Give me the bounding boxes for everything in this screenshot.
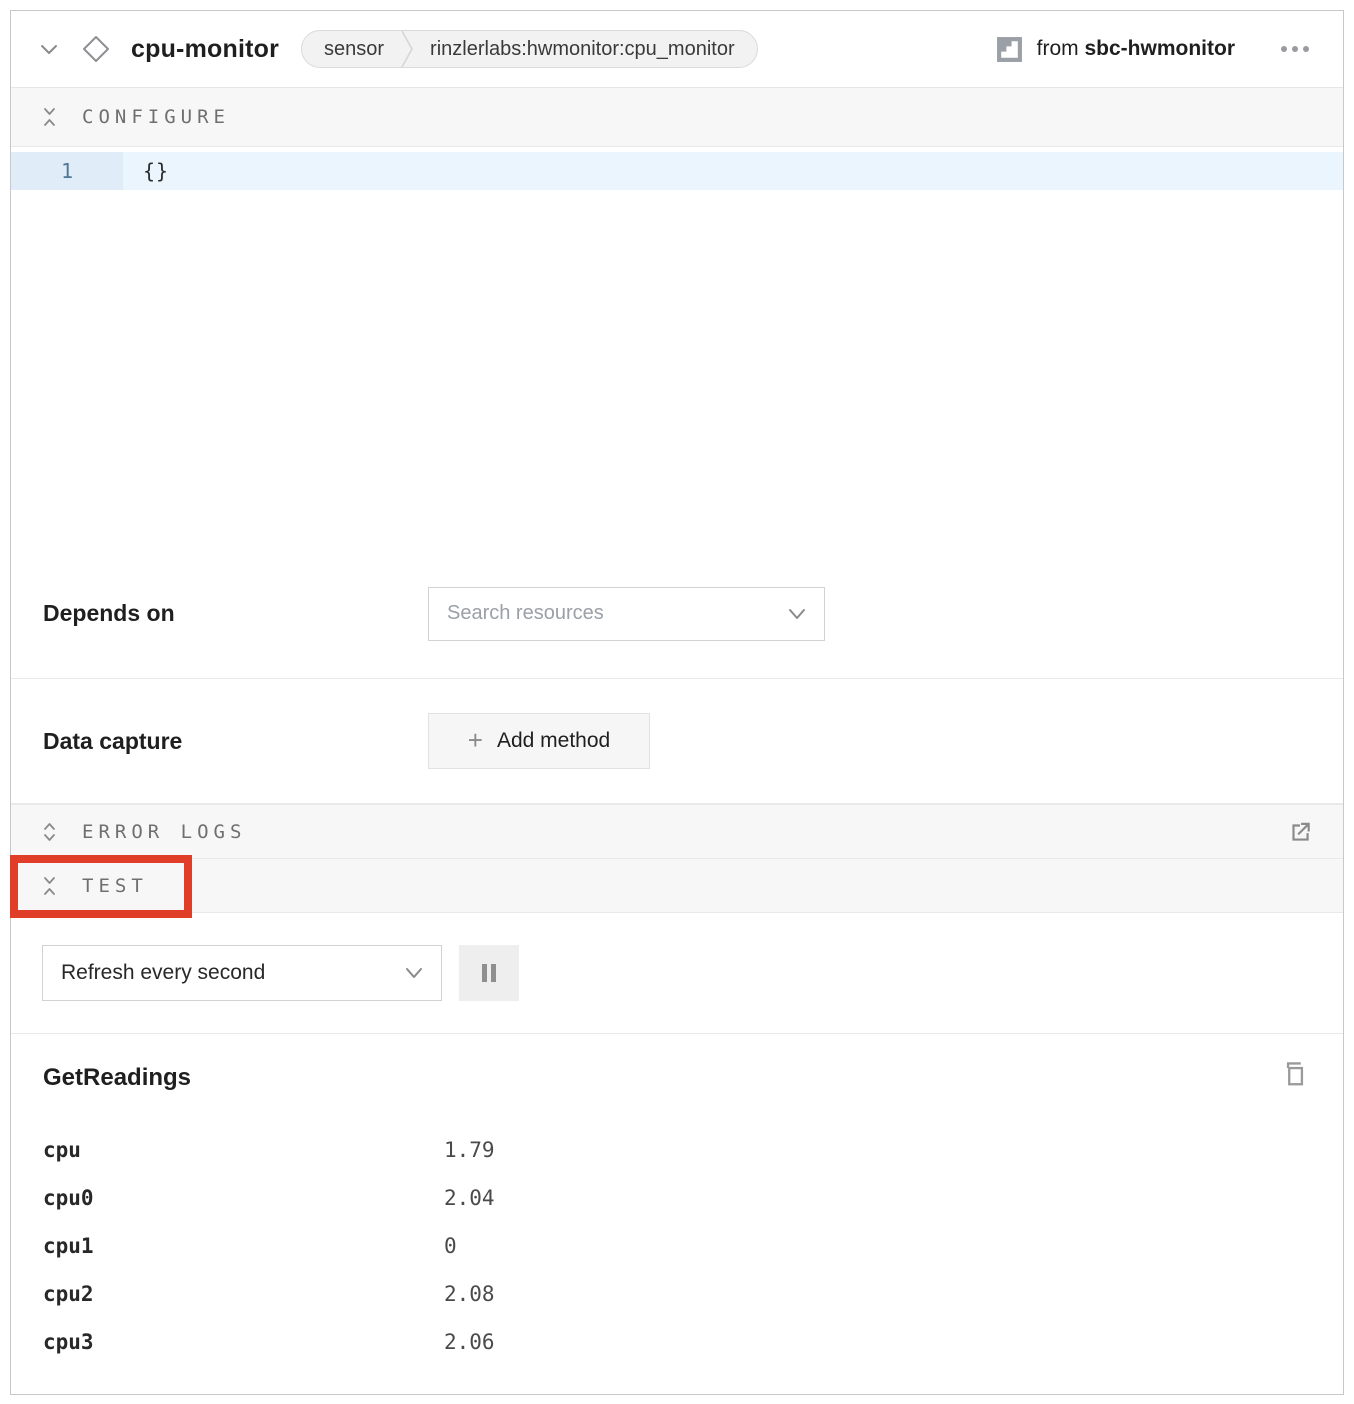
from-part-label: from sbc-hwmonitor [1037, 37, 1235, 61]
error-logs-section-bar[interactable]: ERROR LOGS [11, 804, 1343, 859]
reading-key: cpu2 [43, 1282, 444, 1306]
depends-on-section: Depends on Search resources [11, 549, 1343, 679]
open-logs-external-icon[interactable] [1287, 819, 1313, 845]
machine-part-icon [996, 36, 1023, 63]
test-section-bar[interactable]: TEST [11, 859, 1343, 913]
readings-table: cpu 1.79 cpu0 2.04 cpu1 0 cpu2 2.08 cpu3… [43, 1126, 1313, 1366]
breadcrumb-chevron-icon [400, 30, 414, 68]
collapse-chevron-icon[interactable] [39, 42, 59, 56]
reading-key: cpu0 [43, 1186, 444, 1210]
configure-section-label: CONFIGURE [82, 106, 230, 128]
reading-value: 1.79 [444, 1138, 495, 1162]
add-method-label: Add method [497, 729, 610, 753]
part-name: sbc-hwmonitor [1085, 37, 1236, 60]
add-method-button[interactable]: + Add method [428, 713, 650, 769]
table-row: cpu1 0 [43, 1222, 1313, 1270]
resource-type-label: sensor [302, 38, 400, 61]
collapse-section-icon[interactable] [41, 875, 58, 897]
table-row: cpu3 2.06 [43, 1318, 1313, 1366]
editor-active-line[interactable]: 1 {} [11, 152, 1343, 190]
pause-icon [481, 963, 497, 983]
configure-section-bar[interactable]: CONFIGURE [11, 88, 1343, 147]
test-section-label: TEST [82, 875, 148, 897]
pause-refresh-button[interactable] [459, 945, 519, 1001]
reading-key: cpu [43, 1138, 444, 1162]
chevron-down-icon [788, 608, 806, 620]
copy-readings-icon[interactable] [1281, 1060, 1309, 1090]
reading-value: 2.08 [444, 1282, 495, 1306]
resource-type-breadcrumb: sensor rinzlerlabs:hwmonitor:cpu_monitor [301, 30, 758, 68]
chevron-down-icon [405, 967, 423, 979]
config-json-code[interactable]: {} [123, 159, 169, 183]
refresh-rate-value: Refresh every second [61, 961, 405, 985]
line-number: 1 [11, 152, 123, 190]
refresh-rate-dropdown[interactable]: Refresh every second [42, 945, 442, 1001]
more-options-button[interactable] [1277, 37, 1313, 61]
get-readings-card: GetReadings cpu 1.79 cpu0 2.04 cpu1 0 cp… [11, 1034, 1343, 1394]
reading-key: cpu3 [43, 1330, 444, 1354]
sensor-component-icon [81, 34, 111, 64]
reading-value: 2.04 [444, 1186, 495, 1210]
search-resources-placeholder: Search resources [447, 602, 788, 625]
test-panel: Refresh every second [11, 913, 1343, 1034]
config-code-editor[interactable]: 1 {} [11, 147, 1343, 549]
data-capture-section: Data capture + Add method [11, 679, 1343, 804]
error-logs-section-label: ERROR LOGS [82, 821, 246, 843]
reading-key: cpu1 [43, 1234, 444, 1258]
get-readings-title: GetReadings [43, 1064, 1313, 1092]
reading-value: 2.06 [444, 1330, 495, 1354]
search-resources-dropdown[interactable]: Search resources [428, 587, 825, 641]
table-row: cpu0 2.04 [43, 1174, 1313, 1222]
resource-header: cpu-monitor sensor rinzlerlabs:hwmonitor… [11, 11, 1343, 88]
reading-value: 0 [444, 1234, 457, 1258]
resource-config-panel: cpu-monitor sensor rinzlerlabs:hwmonitor… [10, 10, 1344, 1395]
depends-on-heading: Depends on [43, 600, 428, 627]
data-capture-heading: Data capture [43, 728, 428, 755]
collapse-section-icon[interactable] [41, 106, 58, 128]
table-row: cpu 1.79 [43, 1126, 1313, 1174]
plus-icon: + [468, 727, 483, 753]
resource-model-label: rinzlerlabs:hwmonitor:cpu_monitor [414, 38, 757, 61]
expand-section-icon[interactable] [41, 821, 58, 843]
table-row: cpu2 2.08 [43, 1270, 1313, 1318]
resource-title: cpu-monitor [131, 35, 279, 64]
